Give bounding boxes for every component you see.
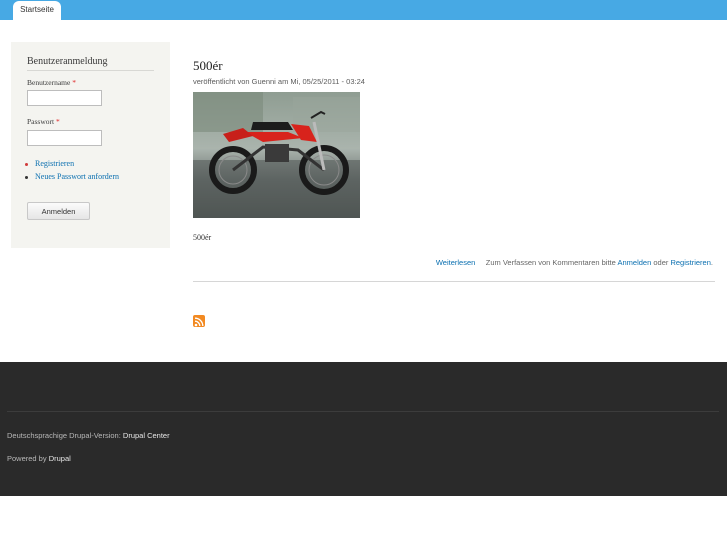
footer-powered-line: Powered by Drupal bbox=[7, 454, 71, 463]
request-password-link[interactable]: Neues Passwort anfordern bbox=[25, 172, 119, 184]
bullet-icon bbox=[25, 163, 28, 166]
footer-divider bbox=[7, 411, 719, 412]
username-input[interactable] bbox=[27, 90, 102, 106]
login-button[interactable]: Anmelden bbox=[27, 202, 90, 220]
or-text: oder bbox=[653, 258, 669, 267]
rss-feed-icon[interactable] bbox=[193, 315, 205, 327]
drupal-center-link[interactable]: Drupal Center bbox=[123, 431, 170, 440]
content-divider bbox=[193, 281, 715, 282]
required-marker: * bbox=[55, 117, 60, 126]
password-label: Passwort * bbox=[27, 117, 60, 126]
register-link[interactable]: Registrieren bbox=[25, 159, 119, 171]
login-links: Registrieren Neues Passwort anfordern bbox=[25, 159, 119, 184]
page-footer: Deutschsprachige Drupal-Version: Drupal … bbox=[0, 362, 727, 496]
node-submitted-info: veröffentlicht von Guenni am Mi, 05/25/2… bbox=[193, 77, 365, 86]
comment-login-link[interactable]: Anmelden bbox=[617, 258, 651, 267]
drupal-link[interactable]: Drupal bbox=[49, 454, 71, 463]
node-body: 500ér bbox=[193, 233, 212, 242]
comment-hint-text: Zum Verfassen von Kommentaren bitte bbox=[485, 258, 616, 267]
required-marker: * bbox=[72, 78, 76, 87]
period-text: . bbox=[710, 258, 713, 267]
footer-version-line: Deutschsprachige Drupal-Version: Drupal … bbox=[7, 431, 170, 440]
password-input[interactable] bbox=[27, 130, 102, 146]
top-navigation-bar: Startseite bbox=[0, 0, 727, 20]
login-block-title: Benutzeranmeldung bbox=[27, 56, 154, 71]
bullet-icon bbox=[25, 176, 28, 179]
username-label: Benutzername * bbox=[27, 78, 76, 87]
login-block: Benutzeranmeldung Benutzername * Passwor… bbox=[11, 42, 170, 248]
motorcycle-photo bbox=[193, 92, 360, 218]
node-title[interactable]: 500ér bbox=[193, 58, 223, 74]
read-more-link[interactable]: Weiterlesen bbox=[436, 258, 475, 267]
node-links: Weiterlesen Zum Verfassen von Kommentare… bbox=[436, 258, 713, 267]
tab-startseite[interactable]: Startseite bbox=[13, 1, 61, 20]
comment-register-link[interactable]: Registrieren bbox=[670, 258, 710, 267]
